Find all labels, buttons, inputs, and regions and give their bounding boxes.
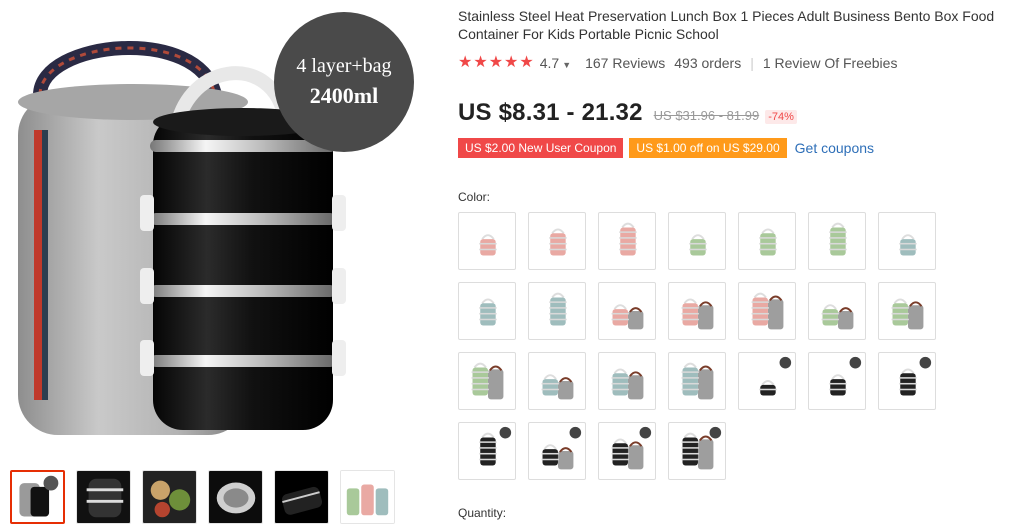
color-swatch[interactable] — [458, 212, 516, 270]
color-swatch[interactable] — [528, 212, 586, 270]
thumb-black-closeup[interactable] — [76, 470, 131, 524]
badge-line-1: 4 layer+bag — [296, 55, 391, 77]
color-swatch[interactable] — [668, 422, 726, 480]
color-swatch[interactable] — [878, 352, 936, 410]
chevron-down-icon: ▼ — [562, 60, 572, 70]
rating-row: ★ ★ ★ ★ ★ 4.7 ▼ 167 Reviews 493 orders | … — [458, 55, 1028, 72]
color-swatch[interactable] — [528, 282, 586, 340]
star-icon: ★ — [504, 54, 519, 71]
color-swatch[interactable] — [668, 212, 726, 270]
color-swatch[interactable] — [808, 212, 866, 270]
color-swatch[interactable] — [878, 212, 936, 270]
new-user-coupon[interactable]: US $2.00 New User Coupon — [458, 138, 624, 158]
color-swatch[interactable] — [598, 422, 656, 480]
color-swatch[interactable] — [598, 282, 656, 340]
rating-stars: ★ ★ ★ ★ ★ — [458, 55, 534, 71]
product-info: Stainless Steel Heat Preservation Lunch … — [458, 0, 1028, 520]
color-swatch[interactable] — [738, 282, 796, 340]
color-swatch[interactable] — [668, 352, 726, 410]
color-swatch[interactable] — [528, 352, 586, 410]
product-photo: 4 layer+bag 2400ml — [18, 12, 414, 435]
thumb-inside[interactable] — [208, 470, 263, 524]
thumb-black-layers[interactable] — [274, 470, 329, 524]
thumb-colors[interactable] — [340, 470, 395, 524]
color-swatch[interactable] — [458, 282, 516, 340]
original-price: US $31.96 - 81.99 — [653, 108, 760, 123]
color-swatch[interactable] — [598, 212, 656, 270]
color-swatch[interactable] — [878, 282, 936, 340]
color-swatch[interactable] — [738, 212, 796, 270]
divider: | — [750, 55, 754, 71]
freebies-link[interactable]: 1 Review Of Freebies — [763, 55, 898, 71]
star-icon: ★ — [488, 54, 504, 71]
quantity-label: Quantity: — [458, 506, 507, 520]
thumbnail-strip — [10, 470, 395, 524]
color-swatch[interactable] — [458, 352, 516, 410]
get-coupons-link[interactable]: Get coupons — [795, 140, 874, 156]
color-swatch[interactable] — [528, 422, 586, 480]
product-title: Stainless Steel Heat Preservation Lunch … — [458, 8, 995, 42]
coupons-row: US $2.00 New User Coupon US $1.00 off on… — [458, 138, 1028, 158]
thumb-food[interactable] — [142, 470, 197, 524]
color-label: Color: — [458, 190, 491, 204]
star-icon: ★ — [458, 54, 473, 71]
color-swatch[interactable] — [668, 282, 726, 340]
star-icon: ★ — [473, 54, 488, 71]
price-row: US $8.31 - 21.32 US $31.96 - 81.99 -74% — [458, 99, 1028, 127]
rating-value: 4.7 — [539, 55, 560, 71]
color-swatch[interactable] — [738, 352, 796, 410]
orders-count: 493 orders — [674, 55, 742, 71]
star-icon: ★ — [519, 54, 534, 71]
color-swatch[interactable] — [808, 282, 866, 340]
discount-badge: -74% — [765, 110, 797, 124]
color-swatch-grid — [458, 212, 1028, 480]
color-swatch[interactable] — [598, 352, 656, 410]
color-swatch[interactable] — [458, 422, 516, 480]
current-price: US $8.31 - 21.32 — [458, 99, 643, 126]
store-coupon[interactable]: US $1.00 off on US $29.00 — [629, 138, 787, 158]
color-swatch[interactable] — [808, 352, 866, 410]
badge-line-2: 2400ml — [310, 83, 378, 108]
reviews-link[interactable]: 167 Reviews — [585, 55, 665, 71]
rating-value-dropdown[interactable]: 4.7 ▼ — [540, 55, 571, 71]
thumb-black-bag[interactable] — [10, 470, 65, 524]
main-product-image[interactable]: 4 layer+bag 2400ml — [0, 0, 450, 460]
